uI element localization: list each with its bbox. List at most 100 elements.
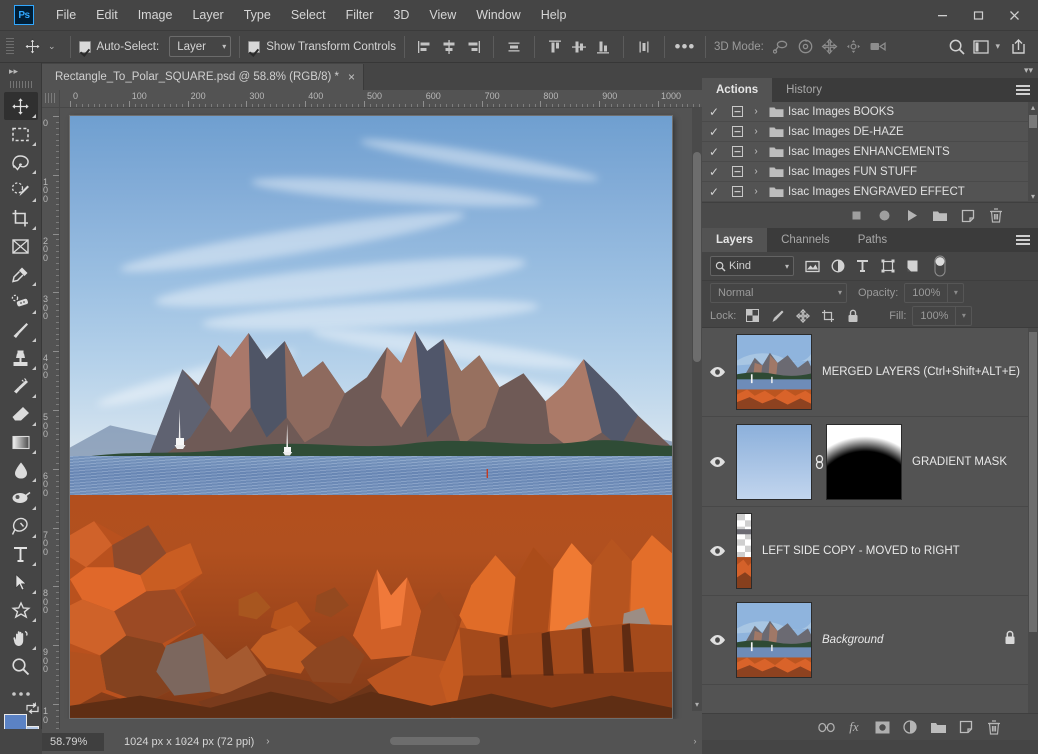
zoom-level-input[interactable]: 58.79% (42, 732, 104, 751)
chevron-down-icon[interactable]: ▾ (993, 41, 1006, 52)
scroll-right-arrow-icon[interactable]: › (688, 736, 702, 746)
action-set-row[interactable]: ✓ › Isac Images ENHANCEMENTS (702, 142, 1038, 162)
menu-layer[interactable]: Layer (182, 4, 233, 26)
scrollbar-track[interactable] (192, 736, 688, 746)
mask-link-icon[interactable] (812, 454, 826, 469)
new-layer-icon[interactable] (952, 716, 980, 738)
document-tab[interactable]: Rectangle_To_Polar_SQUARE.psd @ 58.8% (R… (42, 64, 364, 90)
lock-artboard-icon[interactable] (815, 305, 840, 327)
distribute-vertically-icon[interactable] (632, 35, 656, 59)
menu-edit[interactable]: Edit (86, 4, 128, 26)
roll-3d-icon[interactable] (794, 35, 818, 59)
canvas-vertical-scrollbar[interactable]: ▾ (692, 108, 702, 711)
sidebar-item-dodge-tool[interactable] (4, 484, 38, 512)
sidebar-item-eraser-tool[interactable] (4, 400, 38, 428)
action-dialog-toggle-icon[interactable] (726, 186, 748, 197)
layer-row[interactable]: MERGED LAYERS (Ctrl+Shift+ALT+E) (702, 328, 1038, 417)
new-adjustment-icon[interactable] (896, 716, 924, 738)
scrollbar-thumb[interactable] (390, 737, 480, 745)
minimize-button[interactable] (924, 3, 960, 27)
layer-thumbnail[interactable] (736, 334, 812, 410)
opacity-input[interactable]: 100% (904, 282, 949, 303)
horizontal-ruler[interactable]: 0 100 200 300 400 500 600 700 800 900 1000 (60, 90, 702, 108)
scrollbar-thumb[interactable] (693, 152, 701, 362)
align-right-edges-icon[interactable] (461, 35, 485, 59)
menu-type[interactable]: Type (234, 4, 281, 26)
menu-select[interactable]: Select (281, 4, 336, 26)
new-group-icon[interactable] (924, 716, 952, 738)
chevron-down-icon[interactable]: ▾ (692, 700, 702, 709)
tool-preset-chevron-down-icon[interactable]: ⌄ (46, 41, 62, 52)
eye-icon[interactable] (702, 545, 732, 557)
sidebar-item-quick-selection-tool[interactable] (4, 176, 38, 204)
layers-scrollbar[interactable] (1028, 328, 1038, 713)
eye-icon[interactable] (702, 634, 732, 646)
toolbar-grip[interactable] (9, 81, 32, 88)
layer-mask-thumbnail[interactable] (826, 423, 902, 500)
layer-name[interactable]: LEFT SIDE COPY - MOVED to RIGHT (752, 545, 960, 557)
close-icon[interactable]: × (348, 70, 355, 84)
maximize-button[interactable] (960, 3, 996, 27)
action-set-row[interactable]: ✓ › Isac Images DE-HAZE (702, 122, 1038, 142)
close-button[interactable] (996, 3, 1032, 27)
action-dialog-toggle-icon[interactable] (726, 126, 748, 137)
sidebar-item-zoom-tool[interactable] (4, 652, 38, 680)
sidebar-item-horizontal-type-tool[interactable] (4, 540, 38, 568)
menu-file[interactable]: File (46, 4, 86, 26)
slide-3d-icon[interactable] (842, 35, 866, 59)
action-dialog-toggle-icon[interactable] (726, 146, 748, 157)
sidebar-item-path-selection-tool[interactable] (4, 568, 38, 596)
fx-icon[interactable]: fx (840, 716, 868, 738)
filter-toggle-icon[interactable] (927, 255, 952, 277)
action-enabled-checkbox[interactable]: ✓ (702, 185, 726, 199)
filter-smart-object-icon[interactable] (900, 255, 925, 277)
action-expand-icon[interactable]: › (748, 146, 764, 157)
layer-thumbnail[interactable] (736, 602, 812, 678)
action-dialog-toggle-icon[interactable] (726, 166, 748, 177)
search-icon[interactable] (945, 35, 969, 59)
align-horizontal-centers-icon[interactable] (437, 35, 461, 59)
menu-view[interactable]: View (419, 4, 466, 26)
auto-select-checkbox[interactable] (78, 40, 91, 53)
align-bottom-edges-icon[interactable] (591, 35, 615, 59)
stop-icon[interactable] (842, 205, 870, 227)
lock-image-pixels-icon[interactable] (765, 305, 790, 327)
canvas-horizontal-scrollbar[interactable]: ‹ › (178, 733, 702, 749)
sidebar-item-move-tool[interactable] (3, 92, 38, 120)
sidebar-item-hand-tool[interactable] (4, 624, 38, 652)
add-mask-icon[interactable] (868, 716, 896, 738)
show-transform-controls-checkbox[interactable] (248, 40, 261, 53)
record-icon[interactable] (870, 205, 898, 227)
lock-all-icon[interactable] (840, 305, 865, 327)
canvas-artwork[interactable] (70, 116, 672, 718)
align-left-edges-icon[interactable] (413, 35, 437, 59)
sidebar-item-blur-tool[interactable] (4, 456, 38, 484)
actions-scrollbar[interactable]: ▴ ▾ (1028, 102, 1038, 202)
options-bar-grip[interactable] (6, 37, 14, 56)
filter-type-icon[interactable] (850, 255, 875, 277)
scroll-left-arrow-icon[interactable]: ‹ (178, 736, 192, 746)
fill-stepper[interactable]: ▾ (956, 305, 973, 326)
delete-layer-icon[interactable] (980, 716, 1008, 738)
action-expand-icon[interactable]: › (748, 106, 764, 117)
menu-filter[interactable]: Filter (336, 4, 384, 26)
menu-window[interactable]: Window (466, 4, 530, 26)
sidebar-item-custom-shape-tool[interactable] (4, 596, 38, 624)
link-layers-icon[interactable] (812, 716, 840, 738)
canvas-viewport[interactable] (60, 108, 692, 719)
sidebar-item-lasso-tool[interactable] (4, 148, 38, 176)
delete-icon[interactable] (982, 205, 1010, 227)
scrollbar-thumb[interactable] (1029, 332, 1037, 632)
eye-icon[interactable] (702, 456, 732, 468)
layer-row[interactable]: Background (702, 596, 1038, 685)
scrollbar-thumb[interactable] (1029, 115, 1037, 128)
lock-position-icon[interactable] (790, 305, 815, 327)
filter-shape-icon[interactable] (875, 255, 900, 277)
layer-row[interactable]: LEFT SIDE COPY - MOVED to RIGHT (702, 507, 1038, 596)
move-tool-icon[interactable] (18, 34, 46, 60)
vertical-ruler[interactable]: 0 100 200 300 400 500 600 700 800 900 10 (42, 108, 60, 729)
action-expand-icon[interactable]: › (748, 166, 764, 177)
layer-thumbnail[interactable] (736, 513, 752, 589)
swap-colors-icon[interactable] (25, 701, 39, 719)
action-set-row[interactable]: ✓ › Isac Images FUN STUFF (702, 162, 1038, 182)
